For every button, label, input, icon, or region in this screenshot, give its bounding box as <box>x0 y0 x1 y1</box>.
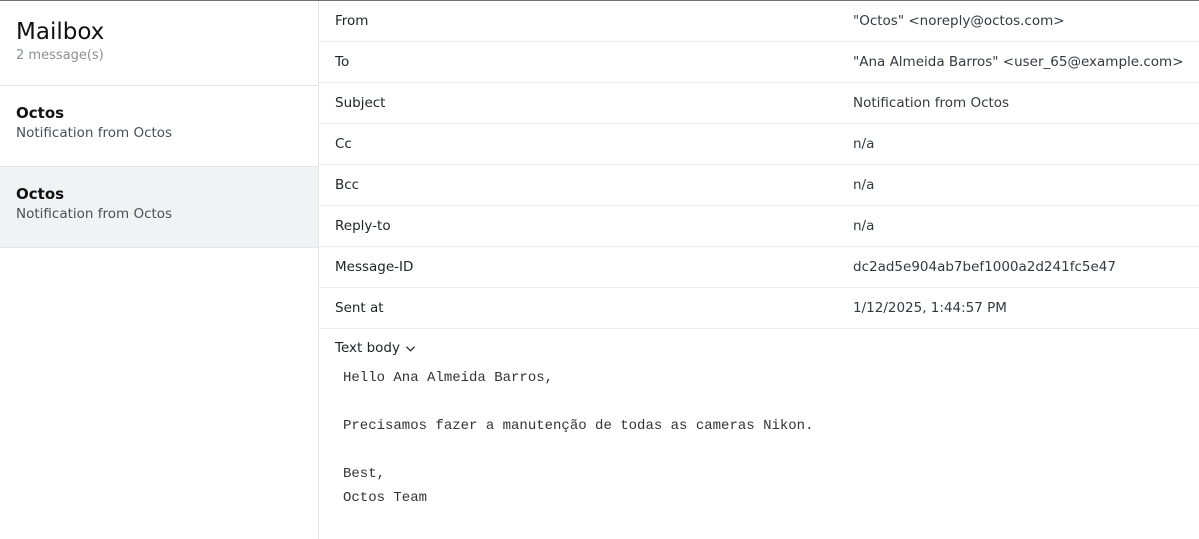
header-row-from: From "Octos" <noreply@octos.com> <box>319 1 1199 42</box>
mail-item-subject: Notification from Octos <box>16 125 173 141</box>
header-label: To <box>335 54 350 70</box>
text-body-toggle-label: Text body <box>335 340 400 356</box>
header-row-message-id: Message-ID dc2ad5e904ab7bef1000a2d241fc5… <box>319 247 1199 288</box>
header-label: Reply-to <box>335 218 391 234</box>
mail-item-sender: Octos <box>16 185 65 203</box>
sidebar: Mailbox 2 message(s) Octos Notification … <box>0 1 319 539</box>
mail-item-sender: Octos <box>16 104 65 122</box>
chevron-down-icon <box>405 345 416 352</box>
header-value-to: "Ana Almeida Barros" <user_65@example.co… <box>853 54 1184 70</box>
header-value-bcc: n/a <box>853 177 875 193</box>
header-row-cc: Cc n/a <box>319 124 1199 165</box>
header-label: From <box>335 13 369 29</box>
mail-list-item-selected[interactable]: Octos Notification from Octos <box>0 167 318 248</box>
header-row-subject: Subject Notification from Octos <box>319 83 1199 124</box>
sidebar-title: Mailbox <box>16 19 105 45</box>
message-count: 2 message(s) <box>16 48 104 63</box>
header-row-bcc: Bcc n/a <box>319 165 1199 206</box>
header-label: Sent at <box>335 300 384 316</box>
header-label: Subject <box>335 95 386 111</box>
header-row-to: To "Ana Almeida Barros" <user_65@example… <box>319 42 1199 83</box>
header-row-reply-to: Reply-to n/a <box>319 206 1199 247</box>
mailbox-app: Mailbox 2 message(s) Octos Notification … <box>0 0 1199 539</box>
header-value-from: "Octos" <noreply@octos.com> <box>853 13 1065 29</box>
header-label: Cc <box>335 136 352 152</box>
text-body-toggle[interactable]: Text body <box>319 329 455 356</box>
header-label: Message-ID <box>335 259 414 275</box>
header-value-reply-to: n/a <box>853 218 875 234</box>
header-value-sent-at: 1/12/2025, 1:44:57 PM <box>853 300 1007 316</box>
mail-list-item[interactable]: Octos Notification from Octos <box>0 86 318 167</box>
mail-item-subject: Notification from Octos <box>16 206 173 222</box>
header-value-message-id: dc2ad5e904ab7bef1000a2d241fc5e47 <box>853 259 1116 275</box>
sidebar-header: Mailbox 2 message(s) <box>0 1 318 86</box>
header-value-subject: Notification from Octos <box>853 95 1010 111</box>
header-label: Bcc <box>335 177 360 193</box>
header-row-sent-at: Sent at 1/12/2025, 1:44:57 PM <box>319 288 1199 329</box>
header-value-cc: n/a <box>853 136 875 152</box>
message-view: From "Octos" <noreply@octos.com> To "Ana… <box>319 1 1199 539</box>
message-body-text: Hello Ana Almeida Barros, Precisamos faz… <box>343 370 814 506</box>
